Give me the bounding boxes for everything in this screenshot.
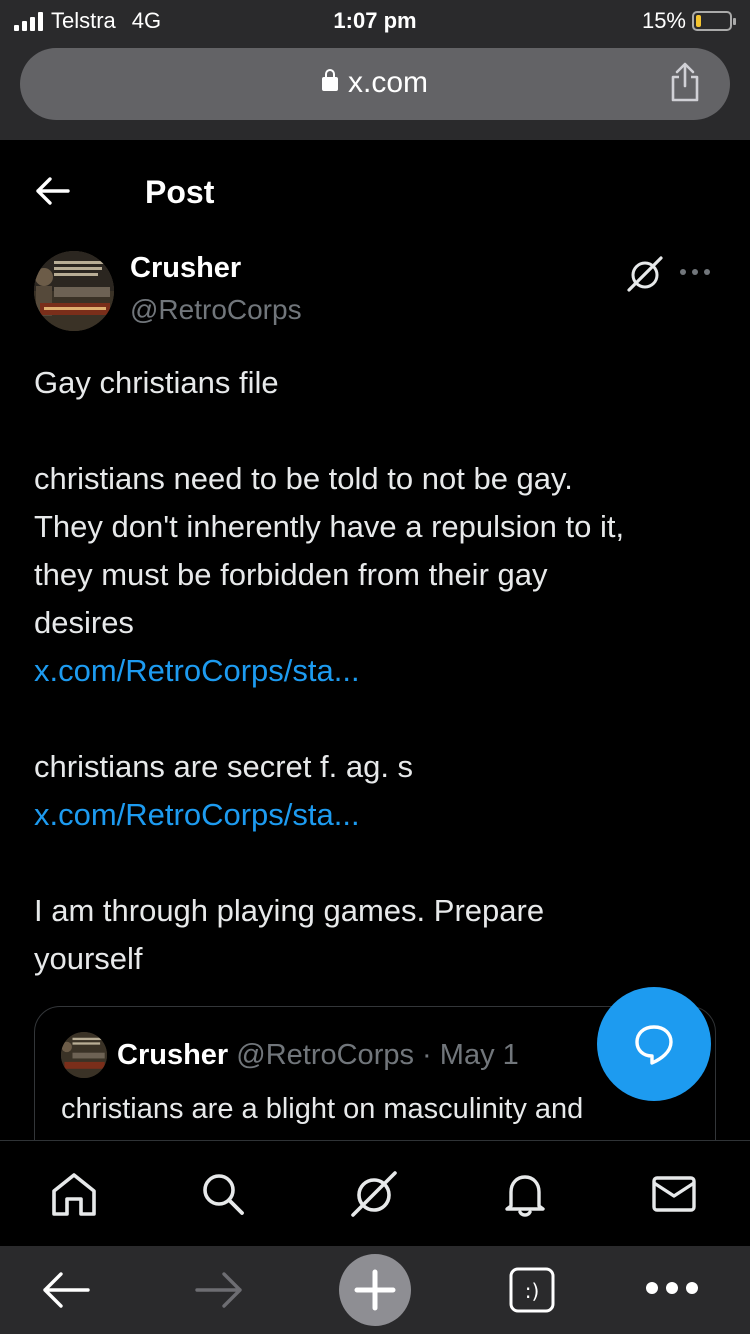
post-text-line: They don't inherently have a repulsion t… — [34, 509, 625, 544]
search-icon[interactable] — [199, 1171, 247, 1217]
svg-text::): :) — [525, 1279, 540, 1303]
lock-icon — [321, 69, 338, 91]
new-tab-button[interactable] — [339, 1254, 411, 1326]
post-text-line: yourself — [34, 941, 143, 976]
status-right: 15% — [641, 8, 736, 34]
more-icon[interactable] — [644, 1280, 700, 1296]
quote-text: christians are a blight on masculinity a… — [61, 1093, 584, 1125]
tabs-icon[interactable]: :) — [508, 1266, 556, 1314]
url-text: x.com — [347, 66, 428, 99]
quote-separator: · — [422, 1039, 432, 1071]
quote-author-name: Crusher — [117, 1039, 229, 1071]
url-display[interactable]: x.com — [20, 66, 730, 100]
post-link[interactable]: x.com/RetroCorps/sta... — [34, 791, 360, 839]
more-options-icon[interactable] — [680, 267, 712, 277]
author-handle[interactable]: @RetroCorps — [130, 294, 302, 326]
notifications-icon[interactable] — [501, 1171, 549, 1217]
post-text-line: Gay christians file — [34, 365, 279, 400]
reply-fab-button[interactable] — [597, 987, 711, 1101]
safari-toolbar: :) — [0, 1246, 750, 1334]
author-name[interactable]: Crusher — [130, 252, 241, 285]
quote-date: May 1 — [439, 1039, 519, 1071]
browser-top-chrome: Telstra 4G 1:07 pm 15% x.com — [0, 0, 750, 140]
page-title: Post — [145, 174, 215, 210]
post-text-line: christians are secret f. ag. s — [34, 749, 414, 784]
quote-author-handle: @RetroCorps — [236, 1039, 414, 1071]
address-bar[interactable]: x.com — [20, 48, 730, 120]
post-text-line: they must be forbidden from their gay — [34, 557, 548, 592]
post-text-line: I am through playing games. Prepare — [34, 893, 545, 928]
quote-meta: Crusher @RetroCorps · May 1 — [117, 1039, 519, 1072]
x-bottom-nav — [0, 1140, 750, 1246]
battery-level — [696, 15, 701, 27]
status-bar: Telstra 4G 1:07 pm 15% — [0, 0, 750, 44]
messages-icon[interactable] — [650, 1171, 698, 1217]
post-text-line: christians need to be told to not be gay… — [34, 461, 573, 496]
quote-avatar-image — [61, 1032, 107, 1078]
clock: 1:07 pm — [333, 8, 417, 33]
avatar[interactable] — [34, 251, 114, 331]
quote-avatar — [61, 1032, 107, 1078]
battery-percent: 15% — [641, 8, 686, 33]
post-text-line: desires — [34, 605, 134, 640]
post-header: Post — [0, 140, 750, 240]
back-arrow-icon[interactable] — [34, 176, 70, 206]
post-page: Post Crusher @RetroCorps Gay christians … — [0, 140, 750, 1140]
plus-icon — [354, 1269, 396, 1311]
forward-arrow-icon[interactable] — [193, 1270, 245, 1310]
grok-nav-icon[interactable] — [350, 1171, 398, 1217]
grok-icon[interactable] — [626, 255, 664, 293]
back-arrow-icon[interactable] — [40, 1270, 92, 1310]
chat-bubble-icon — [635, 1025, 673, 1065]
battery-icon — [692, 11, 736, 31]
post-link[interactable]: x.com/RetroCorps/sta... — [34, 647, 360, 695]
share-icon[interactable] — [668, 62, 702, 102]
home-icon[interactable] — [50, 1171, 98, 1217]
avatar-image — [34, 251, 114, 331]
